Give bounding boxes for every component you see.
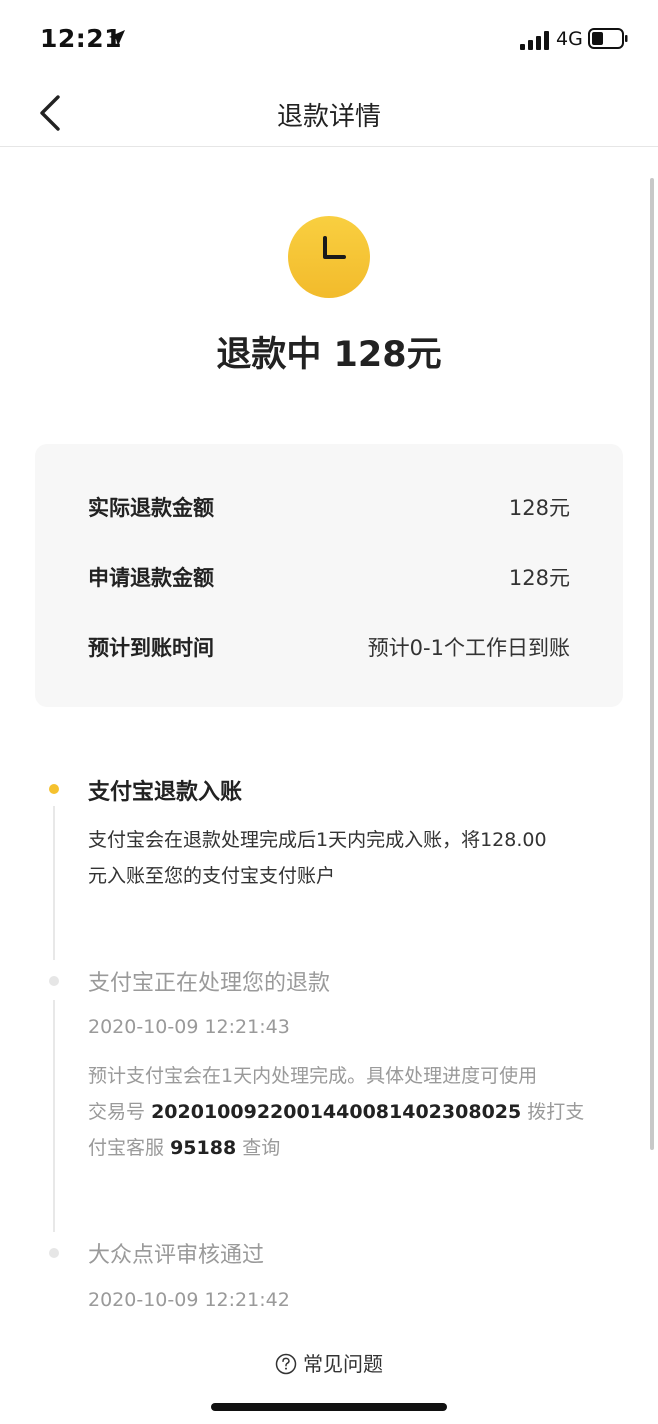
page-title: 退款详情 [276, 102, 381, 132]
timeline-dot [49, 1248, 59, 1258]
detail-value: 128元 [508, 496, 570, 520]
timeline-connector [53, 806, 55, 960]
detail-label: 实际退款金额 [88, 496, 214, 520]
status-bar: 12:21 4G [0, 0, 658, 80]
timeline-step-title: 支付宝正在处理您的退款 [88, 971, 331, 996]
refund-status-heading: 退款中 128元 [216, 335, 442, 375]
timeline-step-title: 支付宝退款入账 [88, 780, 243, 805]
faq-label: 常见问题 [303, 1352, 383, 1376]
nav-bar: 退款详情 [0, 80, 658, 147]
timeline-step-desc: 支付宝会在退款处理完成后1天内完成入账，将128.00 元入账至您的支付宝支付账… [88, 829, 547, 887]
signal-icon [520, 30, 550, 50]
timeline-step-date: 2020-10-09 12:21:43 [88, 1016, 290, 1038]
timeline-dot-active [49, 784, 59, 794]
home-indicator[interactable] [211, 1403, 447, 1411]
clock-icon [288, 216, 370, 298]
detail-row-arrival-time: 预计到账时间 预计0-1个工作日到账 [88, 632, 570, 668]
detail-label: 预计到账时间 [88, 636, 214, 660]
scrollbar[interactable] [650, 178, 654, 1150]
detail-value: 128元 [508, 566, 570, 590]
detail-row-actual-amount: 实际退款金额 128元 [88, 492, 570, 528]
network-type: 4G [556, 28, 583, 50]
timeline-step-date: 2020-10-09 12:21:42 [88, 1289, 290, 1311]
detail-value: 预计0-1个工作日到账 [367, 636, 570, 660]
service-hotline: 95188 [170, 1137, 237, 1159]
battery-icon [588, 28, 628, 49]
trade-number: 2020100922001440081402308025 [151, 1101, 522, 1123]
timeline-step-title: 大众点评审核通过 [88, 1243, 265, 1268]
timeline-step-desc: 预计支付宝会在1天内处理完成。具体处理进度可使用 交易号 20201009220… [88, 1065, 585, 1159]
detail-row-requested-amount: 申请退款金额 128元 [88, 562, 570, 598]
question-circle-icon [275, 1353, 297, 1375]
faq-link[interactable]: 常见问题 [0, 1348, 658, 1378]
location-arrow-icon [109, 30, 125, 46]
timeline-connector [53, 1000, 55, 1232]
detail-label: 申请退款金额 [88, 566, 214, 590]
timeline-dot [49, 976, 59, 986]
refund-detail-card: 实际退款金额 128元 申请退款金额 128元 预计到账时间 预计0-1个工作日… [35, 444, 623, 707]
